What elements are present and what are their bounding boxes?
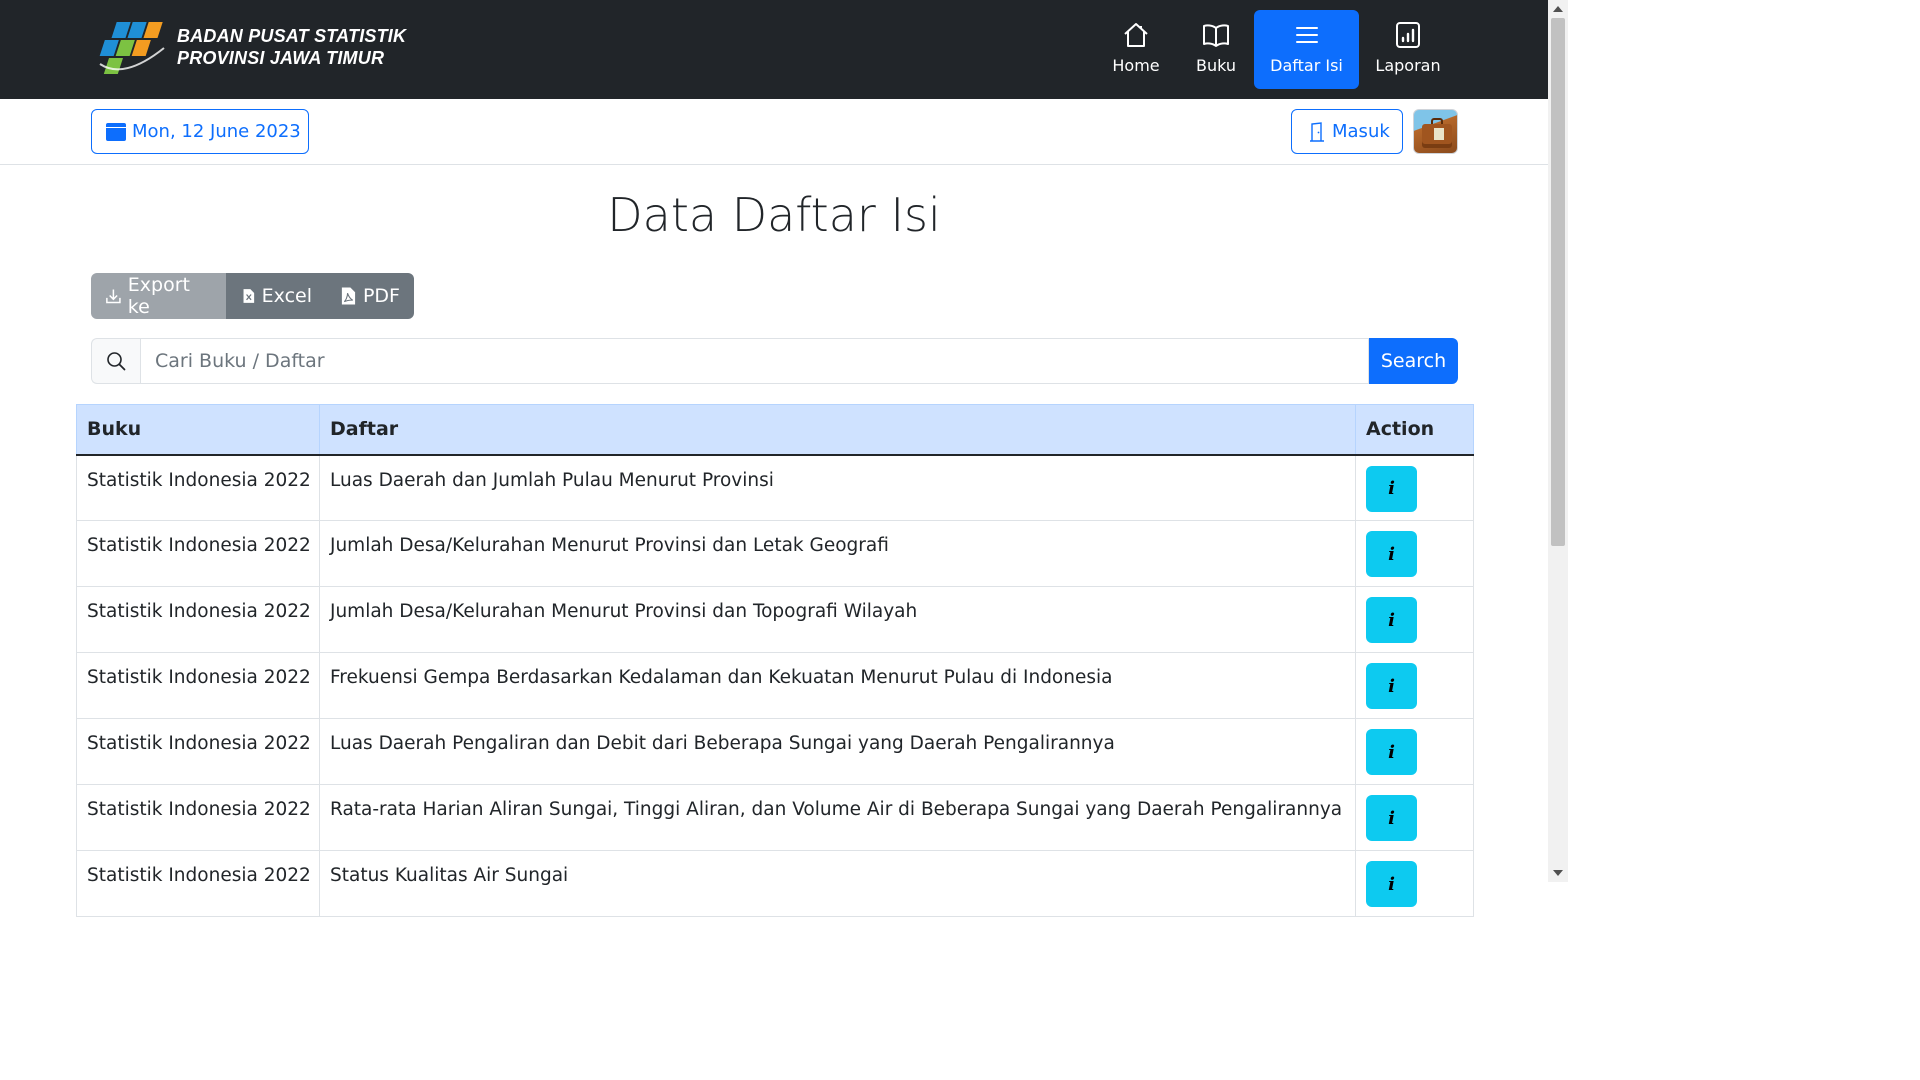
- file-pdf-icon: [341, 287, 356, 305]
- cell-daftar: Jumlah Desa/Kelurahan Menurut Provinsi d…: [319, 520, 1356, 587]
- info-button[interactable]: i: [1366, 861, 1417, 907]
- export-excel-button[interactable]: Excel: [226, 273, 326, 319]
- bps-logo[interactable]: [94, 18, 168, 78]
- file-excel-icon: [243, 289, 255, 303]
- login-button[interactable]: Masuk: [1291, 109, 1403, 154]
- download-icon: [106, 289, 121, 304]
- cell-action: i: [1355, 454, 1474, 521]
- table-row: Statistik Indonesia 2022 Luas Daerah dan…: [76, 454, 1474, 521]
- cell-daftar: Rata-rata Harian Aliran Sungai, Tinggi A…: [319, 784, 1356, 851]
- cell-buku: Statistik Indonesia 2022: [76, 652, 320, 719]
- header-daftar: Daftar: [319, 404, 1356, 456]
- date-button[interactable]: Mon, 12 June 2023: [91, 109, 309, 154]
- brand-name[interactable]: BADAN PUSAT STATISTIK PROVINSI JAWA TIMU…: [177, 25, 406, 69]
- info-button[interactable]: i: [1366, 729, 1417, 775]
- cell-action: i: [1355, 652, 1474, 719]
- page-scrollbar[interactable]: [1548, 0, 1568, 882]
- export-button-group: Export ke Excel PDF: [91, 273, 414, 319]
- page-title: Data Daftar Isi: [607, 188, 941, 242]
- list-icon: [1295, 27, 1318, 43]
- cell-action: i: [1355, 784, 1474, 851]
- table-row: Statistik Indonesia 2022 Jumlah Desa/Kel…: [76, 586, 1474, 653]
- door-icon: [1310, 121, 1324, 142]
- nav-laporan[interactable]: Laporan: [1372, 10, 1444, 89]
- search-input[interactable]: [140, 338, 1369, 384]
- scrollbar-thumb[interactable]: [1551, 18, 1565, 546]
- brand-line-2: PROVINSI JAWA TIMUR: [177, 48, 385, 68]
- table-row: Statistik Indonesia 2022 Luas Daerah Pen…: [76, 718, 1474, 785]
- scroll-down-arrow[interactable]: [1553, 870, 1563, 876]
- book-icon: [1203, 24, 1229, 47]
- info-button[interactable]: i: [1366, 795, 1417, 841]
- cell-daftar: Luas Daerah Pengaliran dan Debit dari Be…: [319, 718, 1356, 785]
- calendar-icon: [106, 122, 126, 141]
- report-icon: [1396, 22, 1420, 48]
- search-icon: [91, 338, 140, 384]
- cell-buku: Statistik Indonesia 2022: [76, 586, 320, 653]
- search-bar: Search: [91, 338, 1458, 384]
- cell-action: i: [1355, 718, 1474, 785]
- nav-daftar-isi[interactable]: Daftar Isi: [1254, 10, 1359, 89]
- cell-daftar: Frekuensi Gempa Berdasarkan Kedalaman da…: [319, 652, 1356, 719]
- search-button[interactable]: Search: [1369, 338, 1458, 384]
- cell-buku: Statistik Indonesia 2022: [76, 850, 320, 917]
- cell-daftar: Status Kualitas Air Sungai: [319, 850, 1356, 917]
- brand-line-1: BADAN PUSAT STATISTIK: [177, 26, 407, 46]
- date-label: Mon, 12 June 2023: [132, 121, 301, 142]
- cell-buku: Statistik Indonesia 2022: [76, 520, 320, 587]
- avatar[interactable]: [1413, 109, 1458, 154]
- cell-action: i: [1355, 850, 1474, 917]
- nav-home-label: Home: [1112, 56, 1160, 75]
- table-row: Statistik Indonesia 2022 Status Kualitas…: [76, 850, 1474, 917]
- cell-action: i: [1355, 586, 1474, 653]
- cell-daftar: Jumlah Desa/Kelurahan Menurut Provinsi d…: [319, 586, 1356, 653]
- cell-buku: Statistik Indonesia 2022: [76, 784, 320, 851]
- nav-home[interactable]: Home: [1104, 10, 1168, 89]
- sub-header: Mon, 12 June 2023 Masuk: [0, 99, 1548, 165]
- header-buku: Buku: [76, 404, 320, 456]
- cell-action: i: [1355, 520, 1474, 587]
- table-row: Statistik Indonesia 2022 Jumlah Desa/Kel…: [76, 520, 1474, 587]
- table-row: Statistik Indonesia 2022 Rata-rata Haria…: [76, 784, 1474, 851]
- info-button[interactable]: i: [1366, 597, 1417, 643]
- house-icon: [1124, 23, 1148, 47]
- info-button[interactable]: i: [1366, 531, 1417, 577]
- login-label: Masuk: [1332, 121, 1390, 142]
- info-button[interactable]: i: [1366, 663, 1417, 709]
- cell-buku: Statistik Indonesia 2022: [76, 454, 320, 521]
- nav-buku-label: Buku: [1195, 56, 1237, 75]
- pdf-label: PDF: [362, 285, 400, 307]
- top-navbar: BADAN PUSAT STATISTIK PROVINSI JAWA TIMU…: [0, 0, 1548, 99]
- export-pdf-button[interactable]: PDF: [326, 273, 414, 319]
- daftar-isi-table: Buku Daftar Action Statistik Indonesia 2…: [76, 404, 1474, 917]
- header-action: Action: [1355, 404, 1474, 456]
- cell-daftar: Luas Daerah dan Jumlah Pulau Menurut Pro…: [319, 454, 1356, 521]
- nav-laporan-label: Laporan: [1375, 56, 1441, 75]
- nav-buku[interactable]: Buku: [1186, 10, 1246, 89]
- scroll-up-arrow[interactable]: [1553, 6, 1563, 12]
- table-row: Statistik Indonesia 2022 Frekuensi Gempa…: [76, 652, 1474, 719]
- export-lead-label: Export ke: [127, 274, 190, 318]
- excel-label: Excel: [261, 285, 312, 307]
- table-header-row: Buku Daftar Action: [76, 404, 1474, 456]
- info-button[interactable]: i: [1366, 465, 1417, 512]
- cell-buku: Statistik Indonesia 2022: [76, 718, 320, 785]
- export-label: Export ke: [91, 273, 226, 319]
- nav-daftar-isi-label: Daftar Isi: [1270, 56, 1343, 75]
